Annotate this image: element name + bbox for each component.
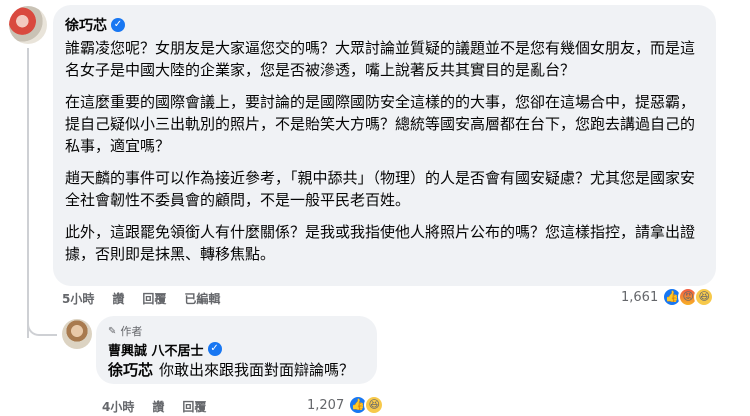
comment-author[interactable]: 徐巧芯 — [65, 15, 107, 35]
reply-text: 你敢出來跟我面對面辯論嗎？ — [159, 361, 355, 379]
thread-line — [27, 48, 29, 338]
reaction-count: 1,207 — [307, 397, 345, 413]
mention-link[interactable]: 徐巧芯 — [108, 361, 153, 379]
reply-timestamp[interactable]: 4小時 — [102, 398, 134, 415]
verified-badge-icon: ✓ — [207, 342, 222, 356]
comment-paragraph: 在這麼重要的國際會議上，要討論的是國際國防安全這樣的的大事，您卻在這場合中，提惡… — [65, 93, 696, 155]
edited-label[interactable]: 已編輯 — [184, 290, 220, 307]
haha-reaction-icon: 😆 — [364, 395, 385, 415]
reply-avatar[interactable] — [62, 319, 92, 349]
comment-timestamp[interactable]: 5小時 — [62, 290, 94, 307]
thread-connector — [27, 310, 57, 336]
author-tag-label: 作者 — [120, 325, 143, 338]
reaction-count: 1,661 — [621, 289, 659, 305]
reply-meta: 4小時 讚 回覆 — [102, 398, 224, 415]
reply-button[interactable]: 回覆 — [142, 290, 166, 307]
pen-icon: ✎ — [108, 325, 117, 337]
comment-paragraph: 誰霸凌您呢？女朋友是大家逼您交的嗎？大眾討論並質疑的議題並不是您有幾個女朋友，而… — [65, 39, 696, 79]
verified-badge-icon: ✓ — [111, 18, 125, 32]
comment-bubble: 徐巧芯 ✓ 誰霸凌您呢？女朋友是大家逼您交的嗎？大眾討論並質疑的議題並不是您有幾… — [53, 5, 716, 286]
reply-bubble: ✎ 作者 曹興誠 八不居士 ✓ 徐巧芯 你敢出來跟我面對面辯論嗎？ — [96, 316, 377, 384]
comment-meta: 5小時 讚 回覆 已編輯 — [62, 290, 238, 307]
reply-author[interactable]: 曹興誠 八不居士 — [108, 340, 204, 359]
like-button[interactable]: 讚 — [152, 398, 164, 415]
like-button[interactable]: 讚 — [112, 290, 124, 307]
reaction-summary[interactable]: 1,661 👍 😡 😆 — [621, 287, 715, 307]
comment-paragraph: 趙天麟的事件可以作為接近參考，「親中舔共」（物理）的人是否會有國安疑慮？尤其您是… — [65, 169, 696, 209]
comment-paragraph: 此外，這跟罷免領銜人有什麼關係？是我或我指使他人將照片公布的嗎？您這樣指控，請拿… — [65, 223, 696, 263]
comment-header: 徐巧芯 ✓ — [65, 14, 704, 36]
reply-button[interactable]: 回覆 — [182, 398, 206, 415]
haha-reaction-icon: 😆 — [694, 287, 715, 307]
avatar[interactable] — [9, 6, 47, 44]
reply-header: 曹興誠 八不居士 ✓ — [108, 339, 365, 359]
author-tag: ✎ 作者 — [108, 323, 365, 339]
reply-reaction-summary[interactable]: 1,207 👍 😆 — [307, 395, 385, 415]
reply-body: 徐巧芯 你敢出來跟我面對面辯論嗎？ — [108, 359, 365, 381]
